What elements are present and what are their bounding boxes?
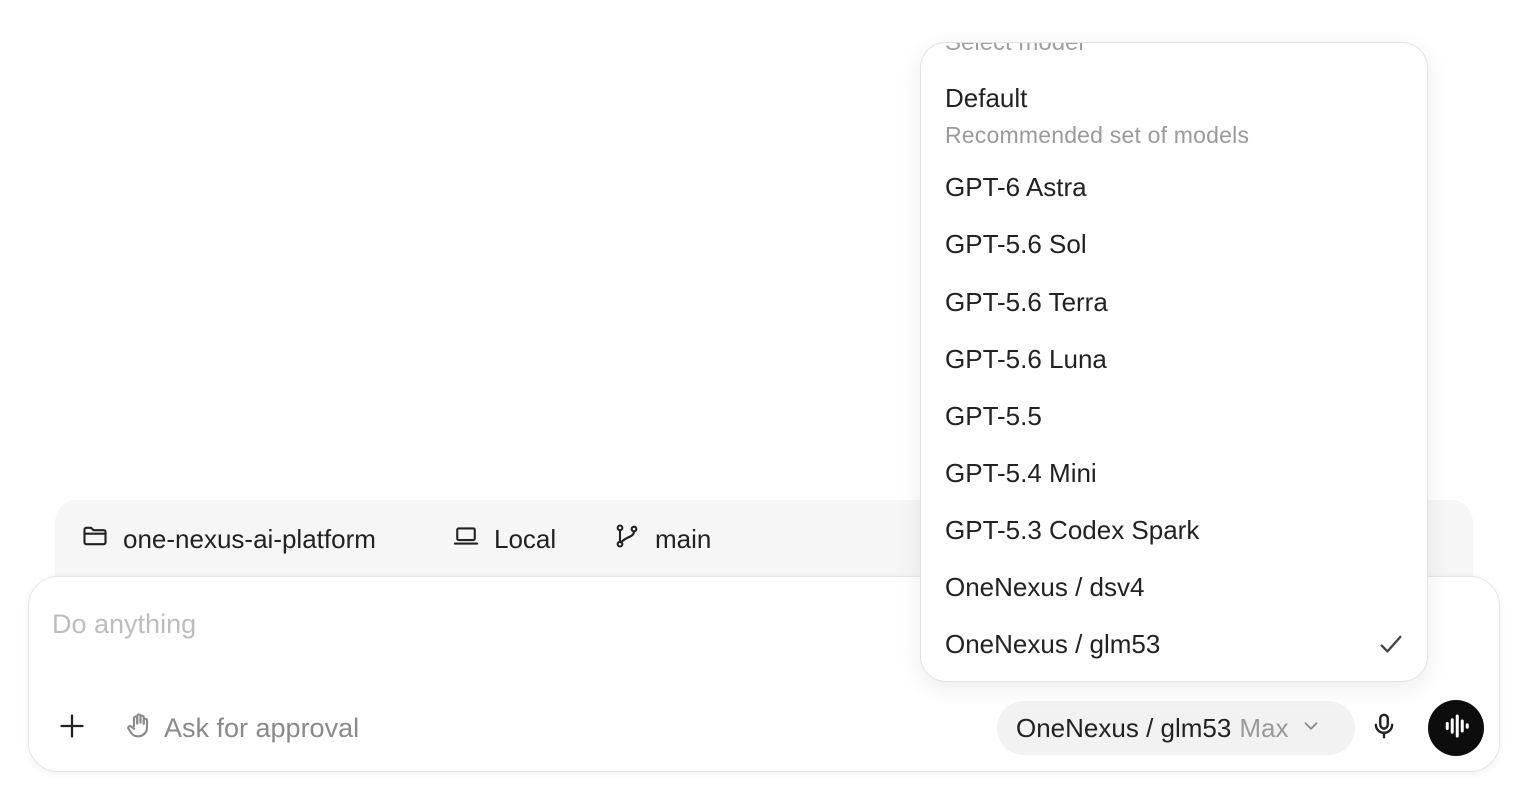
environment-name: Local bbox=[494, 523, 557, 554]
add-button[interactable] bbox=[52, 708, 92, 748]
model-dropdown-menu: Select model Default Recommended set of … bbox=[920, 42, 1428, 682]
project-name: one-nexus-ai-platform bbox=[123, 523, 376, 554]
model-option-label: GPT-5.6 Luna bbox=[945, 344, 1107, 374]
laptop-icon bbox=[452, 522, 480, 557]
selected-model-label: OneNexus / glm53 bbox=[1016, 712, 1232, 743]
microphone-icon bbox=[1369, 711, 1399, 746]
effort-label: Max bbox=[1239, 712, 1289, 743]
model-option[interactable]: GPT-6 Astra bbox=[945, 172, 1405, 203]
microphone-button[interactable] bbox=[1364, 708, 1404, 748]
model-option-label: GPT-5.5 bbox=[945, 401, 1042, 431]
model-option-default[interactable]: Default Recommended set of models bbox=[945, 83, 1405, 149]
folder-icon bbox=[81, 522, 109, 557]
plus-icon bbox=[58, 712, 86, 745]
approval-mode-button[interactable]: Ask for approval bbox=[124, 708, 359, 748]
model-option[interactable]: GPT-5.6 Luna bbox=[945, 344, 1405, 375]
branch-name: main bbox=[655, 523, 712, 554]
model-option-description: Recommended set of models bbox=[945, 122, 1250, 148]
app-window: one-nexus-ai-platform Local main Ask for… bbox=[0, 0, 1530, 798]
model-option-label: Default bbox=[945, 83, 1028, 113]
model-option[interactable]: GPT-5.5 bbox=[945, 401, 1405, 432]
model-option-label: GPT-5.4 Mini bbox=[945, 458, 1097, 488]
project-selector[interactable]: one-nexus-ai-platform bbox=[81, 520, 376, 558]
model-option-label: GPT-5.6 Terra bbox=[945, 287, 1108, 317]
model-option-label: GPT-5.6 Sol bbox=[945, 229, 1087, 259]
model-option-label: GPT-5.3 Codex Spark bbox=[945, 515, 1200, 545]
checkmark-icon bbox=[1377, 631, 1405, 659]
hand-icon bbox=[124, 710, 154, 747]
model-option[interactable]: GPT-5.6 Sol bbox=[945, 229, 1405, 260]
approval-label: Ask for approval bbox=[164, 712, 360, 743]
model-option-label: OneNexus / dsv4 bbox=[945, 572, 1145, 602]
menu-header: Select model bbox=[945, 42, 1084, 56]
git-branch-icon bbox=[613, 522, 641, 557]
voice-mode-button[interactable] bbox=[1428, 700, 1484, 756]
model-option-label: OneNexus / glm53 bbox=[945, 629, 1161, 659]
prompt-input[interactable] bbox=[52, 602, 892, 646]
branch-selector[interactable]: main bbox=[613, 520, 711, 558]
model-selector-button[interactable]: OneNexus / glm53 Max bbox=[997, 701, 1355, 755]
voice-waveform-icon bbox=[1441, 711, 1471, 746]
model-option[interactable]: GPT-5.3 Codex Spark bbox=[945, 515, 1405, 546]
chevron-down-icon bbox=[1296, 713, 1322, 744]
model-option-selected[interactable]: OneNexus / glm53 bbox=[945, 629, 1405, 660]
model-option[interactable]: GPT-5.4 Mini bbox=[945, 458, 1405, 489]
environment-selector[interactable]: Local bbox=[452, 520, 556, 558]
model-option-label: GPT-6 Astra bbox=[945, 172, 1087, 202]
model-option[interactable]: OneNexus / dsv4 bbox=[945, 572, 1405, 603]
model-option[interactable]: GPT-5.6 Terra bbox=[945, 287, 1405, 318]
